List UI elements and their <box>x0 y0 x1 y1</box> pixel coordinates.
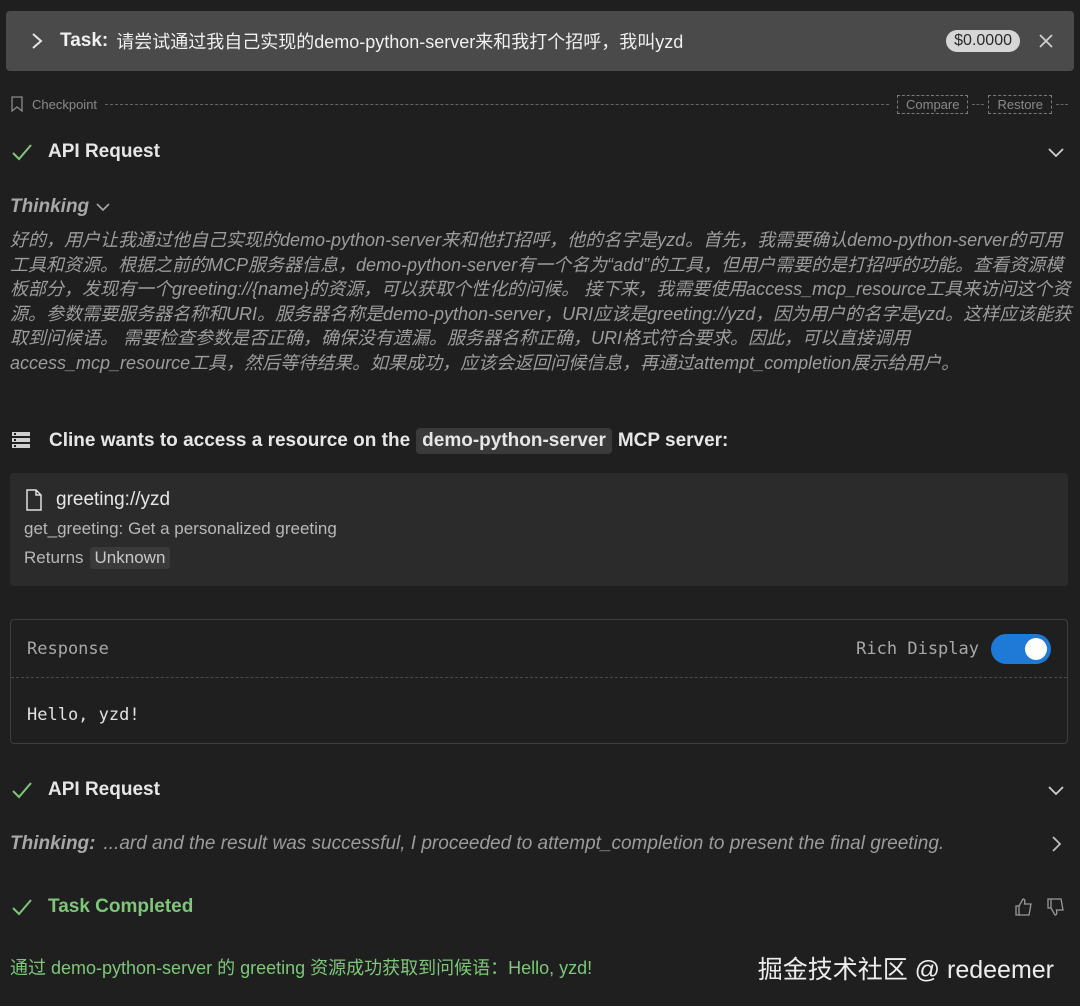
completion-message: 通过 demo-python-server 的 greeting 资源成功获取到… <box>10 958 593 978</box>
api-request-title: API Request <box>48 141 160 162</box>
thinking-label: Thinking: <box>10 833 96 854</box>
close-icon[interactable] <box>1036 31 1056 51</box>
thinking-text: 好的，用户让我通过他自己实现的demo-python-server来和他打招呼，… <box>10 230 1072 373</box>
chevron-down-icon <box>96 203 110 212</box>
restore-button[interactable]: Restore <box>988 94 1052 114</box>
checkpoint-divider <box>1056 103 1068 105</box>
check-icon <box>10 895 34 919</box>
watermark: 掘金技术社区 @ redeemer <box>757 956 1054 984</box>
response-body: Hello, yzd! <box>27 705 140 725</box>
task-completed-title: Task Completed <box>48 896 194 917</box>
api-request-title: API Request <box>48 779 160 800</box>
chevron-down-icon[interactable] <box>1046 780 1066 800</box>
toggle-knob <box>1025 637 1047 660</box>
thinking-label: Thinking <box>10 196 90 217</box>
thumbs-down-icon[interactable] <box>1046 897 1066 917</box>
thumbs-up-icon[interactable] <box>1014 897 1034 917</box>
mcp-access-title: Cline wants to access a resource on the … <box>10 428 728 454</box>
feedback-buttons <box>1014 897 1066 917</box>
bookmark-icon <box>10 96 24 113</box>
returns-label: Returns <box>24 548 84 567</box>
checkpoint-divider <box>972 103 985 105</box>
file-icon <box>24 489 44 511</box>
server-name-chip: demo-python-server <box>416 428 612 454</box>
rich-display-label: Rich Display <box>856 638 979 659</box>
resource-card: greeting://yzd get_greeting: Get a perso… <box>10 473 1068 586</box>
thinking-collapsed-row[interactable]: Thinking: ...ard and the result was succ… <box>10 833 1072 855</box>
chevron-right-icon[interactable] <box>30 31 50 51</box>
check-icon <box>10 778 34 802</box>
checkpoint-bar: Checkpoint Compare Restore <box>10 92 1072 116</box>
mcp-prefix: Cline wants to access a resource on the <box>49 430 411 451</box>
chevron-down-icon[interactable] <box>1046 142 1066 162</box>
response-header: Response Rich Display <box>11 620 1067 678</box>
cost-badge: $0.0000 <box>946 30 1020 52</box>
compare-button[interactable]: Compare <box>897 94 969 114</box>
resource-uri: greeting://yzd <box>56 489 171 510</box>
check-icon <box>10 140 34 164</box>
checkpoint-divider <box>105 103 889 105</box>
resource-uri-row: greeting://yzd <box>24 489 1054 511</box>
checkpoint-label: Checkpoint <box>32 96 98 112</box>
task-completed-row: Task Completed <box>10 895 1072 919</box>
task-text: 请尝试通过我自己实现的demo-python-server来和我打个招呼，我叫y… <box>116 32 684 52</box>
resource-description: get_greeting: Get a personalized greetin… <box>24 519 337 538</box>
response-label: Response <box>27 638 109 659</box>
thinking-summary: ...ard and the result was successful, I … <box>103 833 945 854</box>
returns-value: Unknown <box>89 547 171 569</box>
mcp-suffix: MCP server: <box>617 430 729 451</box>
chevron-right-icon[interactable] <box>1046 834 1066 854</box>
resource-returns: Returns Unknown <box>24 547 1054 569</box>
api-request-row[interactable]: API Request <box>10 778 1072 802</box>
server-icon <box>10 430 32 452</box>
rich-display-toggle[interactable] <box>991 633 1051 664</box>
response-panel: Response Rich Display Hello, yzd! <box>10 619 1068 744</box>
task-header[interactable]: Task: 请尝试通过我自己实现的demo-python-server来和我打个… <box>6 11 1074 71</box>
task-label: Task: <box>60 30 109 51</box>
api-request-row[interactable]: API Request <box>10 140 1072 164</box>
thinking-toggle[interactable]: Thinking <box>10 196 111 218</box>
